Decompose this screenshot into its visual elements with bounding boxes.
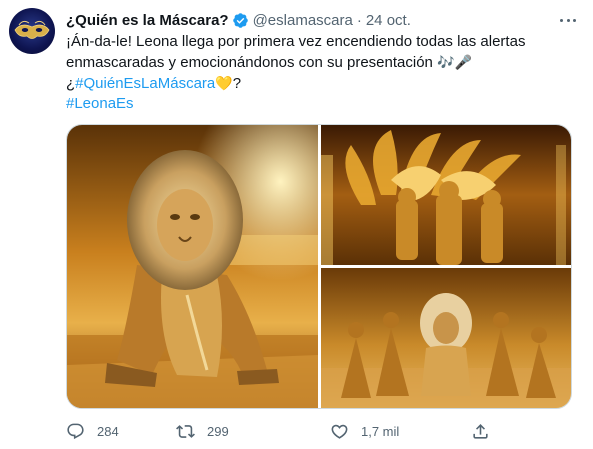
hashtag-link-2[interactable]: #LeonaEs <box>66 95 134 112</box>
display-name[interactable]: ¿Quién es la Máscara? <box>66 12 229 29</box>
tweet-text-line-2: enmascaradas y emocionándonos con su pre… <box>66 52 581 73</box>
yellow-heart-emoji: 💛 <box>215 75 233 91</box>
photo-dancers-pose[interactable] <box>321 268 571 408</box>
tweet-text: ¡Án-da-le! Leona llega por primera vez e… <box>66 32 581 114</box>
hashtag-link[interactable]: #QuiénEsLaMáscara <box>75 75 215 92</box>
handle[interactable]: @eslamascara <box>253 12 353 29</box>
tweet-text-line-2-text: enmascaradas y emocionándonos con su pre… <box>66 54 438 71</box>
tweet-text-line-1: ¡Án-da-le! Leona llega por primera vez e… <box>66 33 526 50</box>
photo-golden-feathers[interactable] <box>321 125 571 265</box>
photo-leona-kneeling[interactable] <box>67 125 318 408</box>
like-button[interactable]: 1,7 mil <box>330 420 399 442</box>
share-button[interactable] <box>471 420 490 442</box>
retweet-icon <box>176 424 195 438</box>
like-count: 1,7 mil <box>361 423 400 439</box>
media-grid <box>66 124 572 409</box>
verified-badge-icon <box>232 12 249 29</box>
tweet-actions: 284 299 1,7 mil <box>66 420 496 442</box>
share-icon <box>473 423 488 439</box>
heart-icon <box>331 424 348 439</box>
account-avatar[interactable] <box>9 8 55 54</box>
tweet-date[interactable]: 24 oct. <box>366 12 411 29</box>
mask-logo-icon <box>14 20 50 39</box>
question-close: ? <box>232 75 242 92</box>
separator-dot: · <box>356 11 362 29</box>
reply-icon <box>67 423 84 439</box>
retweet-count: 299 <box>207 423 229 439</box>
retweet-button[interactable]: 299 <box>176 420 229 442</box>
tweet-text-line-3: ¿#QuiénEsLaMáscara💛? <box>66 73 581 94</box>
tweet-text-line-4: #LeonaEs <box>66 94 581 114</box>
tweet-header: ¿Quién es la Máscara? @eslamascara · 24 … <box>66 10 411 30</box>
question-open: ¿ <box>66 75 76 92</box>
more-icon[interactable] <box>558 13 578 27</box>
reply-count: 284 <box>97 423 119 439</box>
reply-button[interactable]: 284 <box>66 420 119 442</box>
music-microphone-emoji: 🎶🎤 <box>437 54 472 70</box>
